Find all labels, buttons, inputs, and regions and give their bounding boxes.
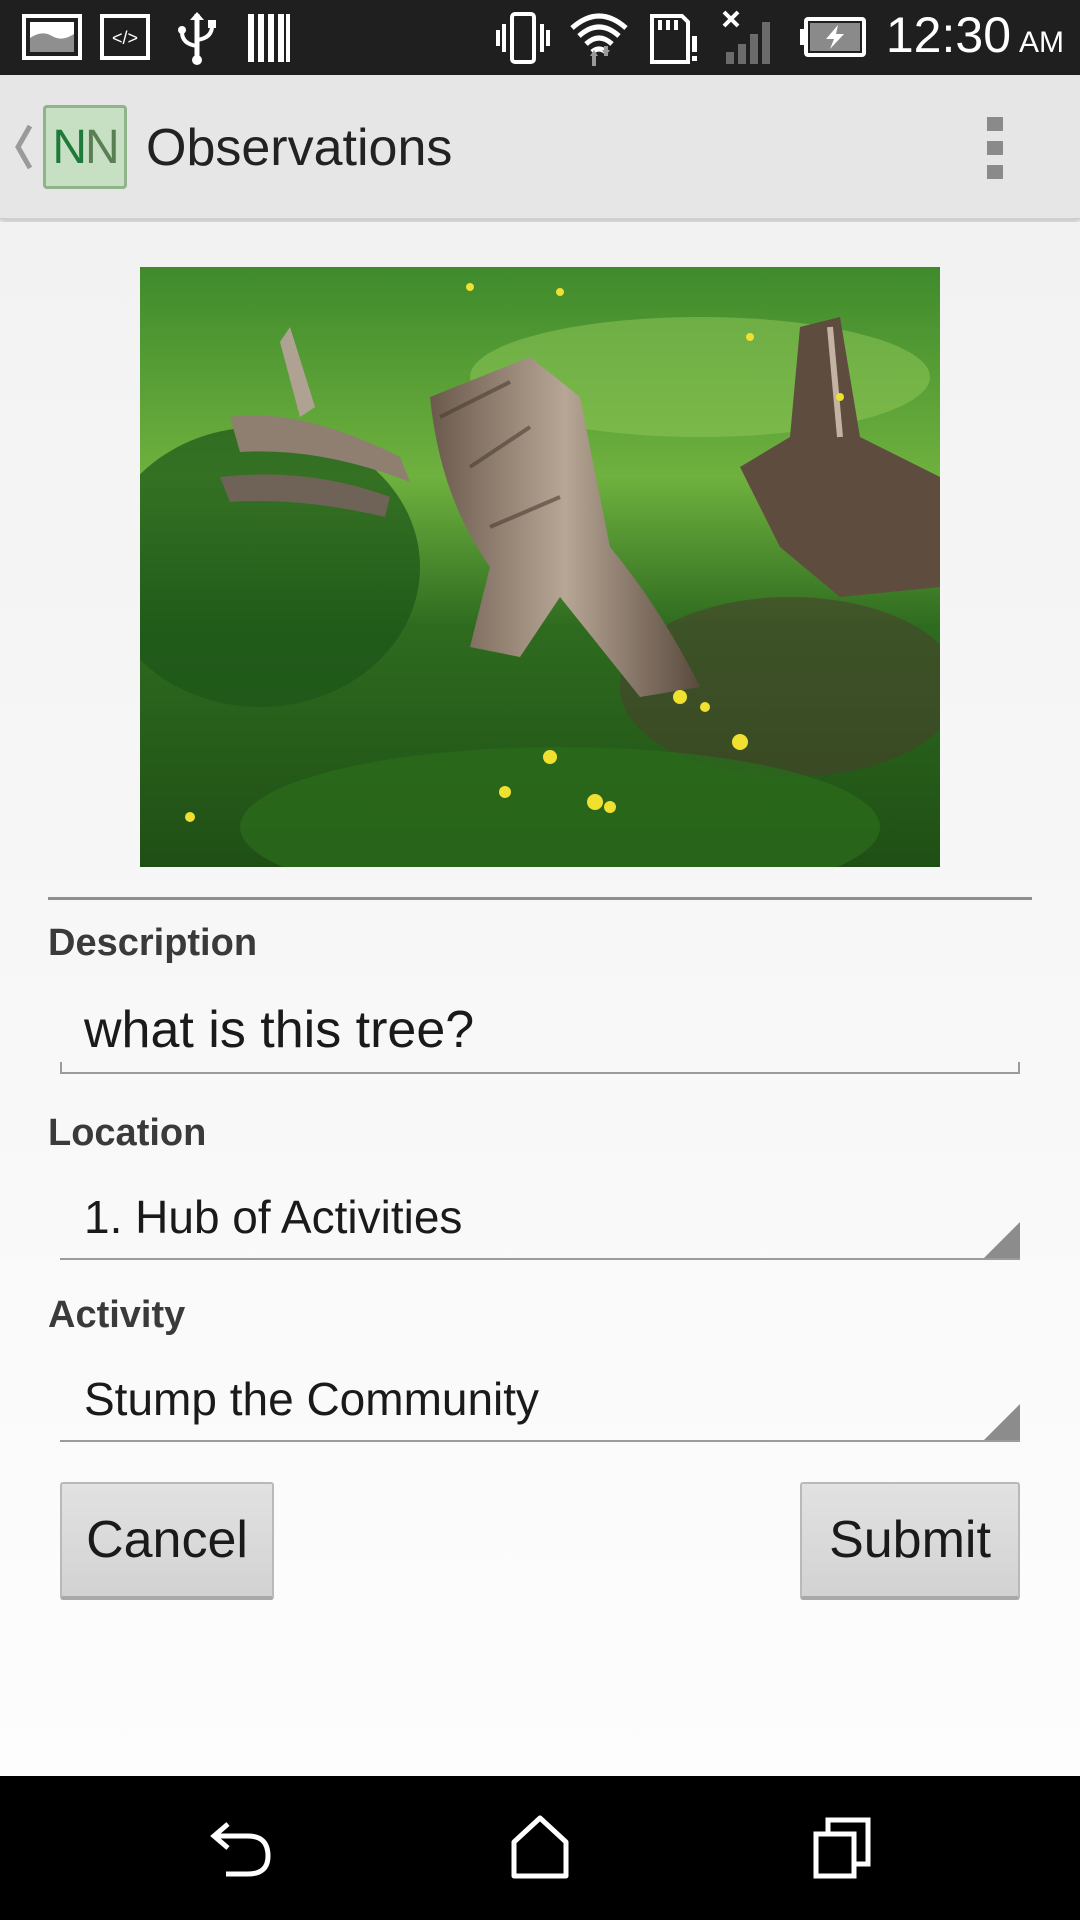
vibrate-icon bbox=[496, 12, 550, 64]
activity-label: Activity bbox=[48, 1294, 186, 1336]
clock-time: 12:30 bbox=[885, 7, 1011, 63]
cancel-button[interactable]: Cancel bbox=[60, 1482, 274, 1600]
no-signal-icon bbox=[722, 10, 770, 64]
field-edge bbox=[1018, 1062, 1020, 1072]
image-notification-icon bbox=[22, 14, 82, 60]
description-field[interactable] bbox=[60, 992, 1020, 1074]
overflow-dot bbox=[987, 165, 1003, 179]
location-dropdown[interactable]: 1. Hub of Activities bbox=[60, 1180, 1020, 1260]
dropdown-arrow-icon bbox=[984, 1404, 1020, 1440]
status-bar: </> 12:30 AM bbox=[0, 0, 1080, 75]
location-label: Location bbox=[48, 1112, 207, 1154]
section-divider bbox=[48, 897, 1032, 900]
status-clock: 12:30 AM bbox=[886, 6, 1064, 70]
action-bar: NN Observations bbox=[0, 75, 1080, 220]
observation-form: Description Location 1. Hub of Activitie… bbox=[0, 222, 1080, 1776]
location-value: 1. Hub of Activities bbox=[84, 1191, 463, 1243]
wifi-icon bbox=[570, 13, 628, 66]
logo-letter-2: N bbox=[85, 120, 120, 174]
clock-ampm: AM bbox=[1019, 26, 1064, 59]
usb-icon bbox=[178, 12, 216, 65]
sd-card-alert-icon bbox=[650, 14, 697, 64]
description-label: Description bbox=[48, 922, 258, 964]
page-title: Observations bbox=[146, 119, 453, 177]
overflow-dot bbox=[987, 141, 1003, 155]
submit-button[interactable]: Submit bbox=[800, 1482, 1020, 1600]
observation-photo[interactable] bbox=[140, 267, 940, 867]
recent-apps-icon[interactable] bbox=[812, 1814, 872, 1880]
up-caret-icon[interactable] bbox=[10, 120, 36, 174]
overflow-menu-icon[interactable] bbox=[980, 115, 1010, 181]
field-edge bbox=[60, 1062, 62, 1072]
app-logo[interactable]: NN bbox=[43, 105, 127, 189]
description-input[interactable] bbox=[84, 1000, 984, 1060]
back-icon[interactable] bbox=[208, 1816, 274, 1880]
dropdown-arrow-icon bbox=[984, 1222, 1020, 1258]
overflow-dot bbox=[987, 117, 1003, 131]
battery-charging-icon bbox=[800, 17, 866, 57]
svg-text:</>: </> bbox=[112, 28, 138, 48]
logo-letter-1: N bbox=[52, 120, 87, 174]
activity-dropdown[interactable]: Stump the Community bbox=[60, 1362, 1020, 1442]
barcode-icon bbox=[248, 14, 290, 62]
logo-text: NN bbox=[52, 120, 120, 175]
home-icon[interactable] bbox=[508, 1814, 572, 1880]
activity-value: Stump the Community bbox=[84, 1373, 540, 1425]
navigation-bar bbox=[0, 1776, 1080, 1920]
code-notification-icon: </> bbox=[100, 14, 150, 60]
